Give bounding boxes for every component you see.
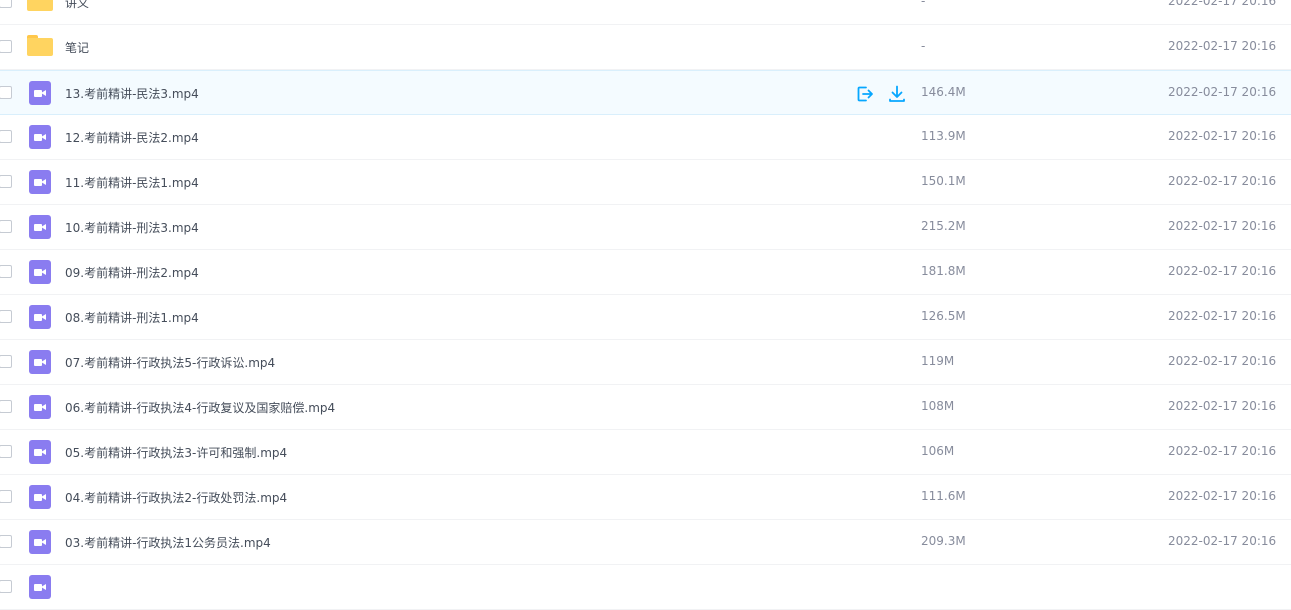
file-row[interactable]: 08.考前精讲-刑法1.mp4 126.5M 2022-02-17 20:16 xyxy=(0,295,1291,340)
file-size: 209.3M xyxy=(921,534,966,548)
file-row[interactable]: 10.考前精讲-刑法3.mp4 215.2M 2022-02-17 20:16 xyxy=(0,205,1291,250)
file-size: 215.2M xyxy=(921,219,966,233)
file-name[interactable]: 08.考前精讲-刑法1.mp4 xyxy=(65,309,199,326)
file-name[interactable]: 12.考前精讲-民法2.mp4 xyxy=(65,129,199,146)
file-name[interactable]: 10.考前精讲-刑法3.mp4 xyxy=(65,219,199,236)
video-file-icon xyxy=(29,81,51,105)
file-size: 126.5M xyxy=(921,309,966,323)
row-checkbox[interactable] xyxy=(0,130,12,143)
file-size: 111.6M xyxy=(921,489,966,503)
file-date: 2022-02-17 20:16 xyxy=(1168,264,1277,278)
video-file-icon xyxy=(29,125,51,149)
file-name[interactable]: 11.考前精讲-民法1.mp4 xyxy=(65,174,199,191)
video-file-icon xyxy=(29,530,51,554)
video-file-icon xyxy=(29,260,51,284)
file-row[interactable]: 12.考前精讲-民法2.mp4 113.9M 2022-02-17 20:16 xyxy=(0,115,1291,160)
file-list: 讲义 - 2022-02-17 20:16 笔记 - 2022-02-17 20… xyxy=(0,0,1291,610)
video-file-icon xyxy=(29,305,51,329)
file-row[interactable]: 07.考前精讲-行政执法5-行政诉讼.mp4 119M 2022-02-17 2… xyxy=(0,340,1291,385)
file-row[interactable]: 讲义 - 2022-02-17 20:16 xyxy=(0,0,1291,25)
file-size: 108M xyxy=(921,399,955,413)
file-row[interactable]: 05.考前精讲-行政执法3-许可和强制.mp4 106M 2022-02-17 … xyxy=(0,430,1291,475)
file-name[interactable]: 03.考前精讲-行政执法1公务员法.mp4 xyxy=(65,534,271,551)
file-size: 113.9M xyxy=(921,129,966,143)
file-name[interactable]: 07.考前精讲-行政执法5-行政诉讼.mp4 xyxy=(65,354,275,371)
file-name[interactable]: 05.考前精讲-行政执法3-许可和强制.mp4 xyxy=(65,444,287,461)
file-date: 2022-02-17 20:16 xyxy=(1168,0,1277,8)
file-size: 146.4M xyxy=(921,85,966,99)
row-checkbox[interactable] xyxy=(0,0,12,8)
folder-icon xyxy=(27,35,53,59)
file-date: 2022-02-17 20:16 xyxy=(1168,39,1277,53)
file-row-hovered[interactable]: 13.考前精讲-民法3.mp4 146.4M 2022-02-17 20:16 xyxy=(0,70,1291,115)
file-name[interactable]: 06.考前精讲-行政执法4-行政复议及国家赔偿.mp4 xyxy=(65,399,335,416)
row-checkbox[interactable] xyxy=(0,265,12,278)
video-file-icon xyxy=(29,350,51,374)
file-name[interactable]: 笔记 xyxy=(65,39,89,56)
file-date: 2022-02-17 20:16 xyxy=(1168,354,1277,368)
row-checkbox[interactable] xyxy=(0,490,12,503)
row-checkbox[interactable] xyxy=(0,40,12,53)
file-size: 150.1M xyxy=(921,174,966,188)
file-size: 181.8M xyxy=(921,264,966,278)
file-row[interactable]: 09.考前精讲-刑法2.mp4 181.8M 2022-02-17 20:16 xyxy=(0,250,1291,295)
video-file-icon xyxy=(29,170,51,194)
file-row[interactable]: 04.考前精讲-行政执法2-行政处罚法.mp4 111.6M 2022-02-1… xyxy=(0,475,1291,520)
row-checkbox[interactable] xyxy=(0,400,12,413)
video-file-icon xyxy=(29,440,51,464)
video-file-icon xyxy=(29,485,51,509)
file-date: 2022-02-17 20:16 xyxy=(1168,399,1277,413)
file-row[interactable]: 03.考前精讲-行政执法1公务员法.mp4 209.3M 2022-02-17 … xyxy=(0,520,1291,565)
file-date: 2022-02-17 20:16 xyxy=(1168,309,1277,323)
file-date: 2022-02-17 20:16 xyxy=(1168,219,1277,233)
row-checkbox[interactable] xyxy=(0,535,12,548)
file-name[interactable]: 13.考前精讲-民法3.mp4 xyxy=(65,85,199,102)
file-date: 2022-02-17 20:16 xyxy=(1168,489,1277,503)
file-date: 2022-02-17 20:16 xyxy=(1168,174,1277,188)
file-date: 2022-02-17 20:16 xyxy=(1168,534,1277,548)
download-icon[interactable] xyxy=(887,84,907,104)
row-checkbox[interactable] xyxy=(0,445,12,458)
file-date: 2022-02-17 20:16 xyxy=(1168,444,1277,458)
file-size: 119M xyxy=(921,354,955,368)
file-name[interactable]: 讲义 xyxy=(65,0,89,11)
file-name[interactable]: 04.考前精讲-行政执法2-行政处罚法.mp4 xyxy=(65,489,287,506)
file-row[interactable] xyxy=(0,565,1291,610)
file-row[interactable]: 笔记 - 2022-02-17 20:16 xyxy=(0,25,1291,70)
row-checkbox[interactable] xyxy=(0,175,12,188)
file-row[interactable]: 06.考前精讲-行政执法4-行政复议及国家赔偿.mp4 108M 2022-02… xyxy=(0,385,1291,430)
file-date: 2022-02-17 20:16 xyxy=(1168,129,1277,143)
row-checkbox[interactable] xyxy=(0,355,12,368)
file-name[interactable]: 09.考前精讲-刑法2.mp4 xyxy=(65,264,199,281)
share-icon[interactable] xyxy=(855,84,875,104)
file-row[interactable]: 11.考前精讲-民法1.mp4 150.1M 2022-02-17 20:16 xyxy=(0,160,1291,205)
file-size: - xyxy=(921,39,926,53)
video-file-icon xyxy=(29,215,51,239)
row-checkbox[interactable] xyxy=(0,310,12,323)
row-checkbox[interactable] xyxy=(0,86,12,99)
row-checkbox[interactable] xyxy=(0,220,12,233)
folder-icon xyxy=(27,0,53,14)
row-checkbox[interactable] xyxy=(0,580,12,593)
file-size: 106M xyxy=(921,444,955,458)
file-date: 2022-02-17 20:16 xyxy=(1168,85,1277,99)
file-size: - xyxy=(921,0,926,8)
video-file-icon xyxy=(29,395,51,419)
